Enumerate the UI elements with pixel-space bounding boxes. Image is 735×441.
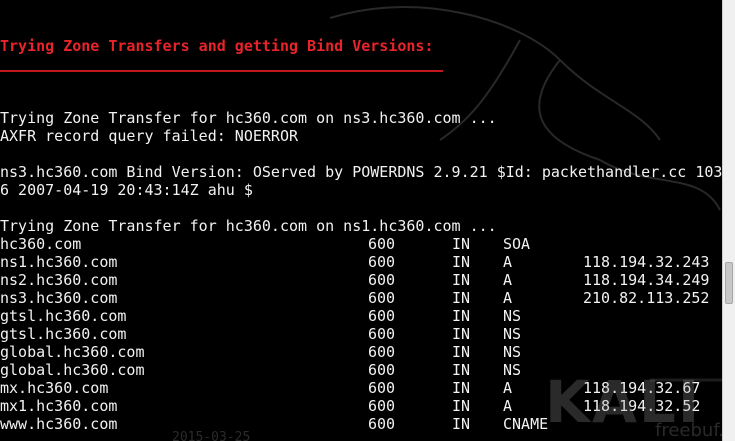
record-class: IN: [452, 325, 471, 343]
record-class: IN: [452, 289, 471, 307]
date-watermark: 2015-03-25: [172, 430, 251, 441]
record-row: global.hc360.com 600 IN NS: [0, 343, 521, 361]
zone-transfer-ns1-line: Trying Zone Transfer for hc360.com on ns…: [0, 217, 497, 235]
record-type: A: [503, 253, 513, 271]
record-type: NS: [503, 307, 522, 325]
section-heading: Trying Zone Transfers and getting Bind V…: [0, 37, 434, 55]
record-class: IN: [452, 397, 471, 415]
record-row: www.hc360.com 600 IN CNAME: [0, 415, 548, 433]
record-ttl: 600: [368, 271, 396, 289]
record-ttl: 600: [368, 343, 396, 361]
record-type: NS: [503, 361, 522, 379]
record-ttl: 600: [368, 415, 396, 433]
vertical-scrollbar[interactable]: [722, 0, 735, 441]
bind-version-line-2: 6 2007-04-19 20:43:14Z ahu $: [0, 181, 253, 199]
record-ttl: 600: [368, 307, 396, 325]
zone-transfer-ns3-line: Trying Zone Transfer for hc360.com on ns…: [0, 109, 497, 127]
record-class: IN: [452, 361, 471, 379]
record-class: IN: [452, 235, 471, 253]
record-row: gtsl.hc360.com 600 IN NS: [0, 325, 521, 343]
record-address: 210.82.113.252: [583, 289, 710, 307]
record-address: 118.194.34.249: [583, 271, 710, 289]
record-ttl: 600: [368, 289, 396, 307]
record-row: mx1.hc360.com 600 IN A 118.194.32.52: [0, 397, 700, 415]
record-row: mx.hc360.com 600 IN A 118.194.32.67: [0, 379, 700, 397]
record-class: IN: [452, 415, 471, 433]
record-type: SOA: [503, 235, 531, 253]
record-class: IN: [452, 253, 471, 271]
record-ttl: 600: [368, 397, 396, 415]
record-type: NS: [503, 325, 522, 343]
record-type: A: [503, 379, 513, 397]
scrollbar-thumb[interactable]: [725, 262, 733, 304]
record-ttl: 600: [368, 379, 396, 397]
terminal-window: Trying Zone Transfers and getting Bind V…: [0, 0, 735, 441]
record-row: hc360.com 600 IN SOA: [0, 235, 530, 253]
record-name: global.hc360.com: [0, 343, 145, 361]
record-type: A: [503, 271, 513, 289]
record-name: hc360.com: [0, 235, 82, 253]
record-ttl: 600: [368, 325, 396, 343]
heading-underline: [0, 70, 443, 72]
record-type: A: [503, 289, 513, 307]
record-name: ns1.hc360.com: [0, 253, 118, 271]
record-row: gtsl.hc360.com 600 IN NS: [0, 307, 521, 325]
record-type: NS: [503, 343, 522, 361]
record-name: global.hc360.com: [0, 361, 145, 379]
record-name: gtsl.hc360.com: [0, 307, 127, 325]
record-row: ns1.hc360.com 600 IN A 118.194.32.243: [0, 253, 709, 271]
record-row: ns2.hc360.com 600 IN A 118.194.34.249: [0, 271, 709, 289]
record-ttl: 600: [368, 235, 396, 253]
record-class: IN: [452, 271, 471, 289]
record-type: A: [503, 397, 513, 415]
record-row: ns3.hc360.com 600 IN A 210.82.113.252: [0, 289, 709, 307]
record-name: mx.hc360.com: [0, 379, 109, 397]
record-name: www.hc360.com: [0, 415, 118, 433]
record-ttl: 600: [368, 253, 396, 271]
record-name: mx1.hc360.com: [0, 397, 118, 415]
record-name: ns2.hc360.com: [0, 271, 118, 289]
axfr-failed-line: AXFR record query failed: NOERROR: [0, 127, 299, 145]
record-row: global.hc360.com 600 IN NS: [0, 361, 521, 379]
record-name: ns3.hc360.com: [0, 289, 118, 307]
record-name: gtsl.hc360.com: [0, 325, 127, 343]
record-address: 118.194.32.243: [583, 253, 710, 271]
record-type: CNAME: [503, 415, 549, 433]
record-class: IN: [452, 379, 471, 397]
record-class: IN: [452, 343, 471, 361]
record-ttl: 600: [368, 361, 396, 379]
bind-version-line-1: ns3.hc360.com Bind Version: OServed by P…: [0, 163, 722, 181]
record-class: IN: [452, 307, 471, 325]
